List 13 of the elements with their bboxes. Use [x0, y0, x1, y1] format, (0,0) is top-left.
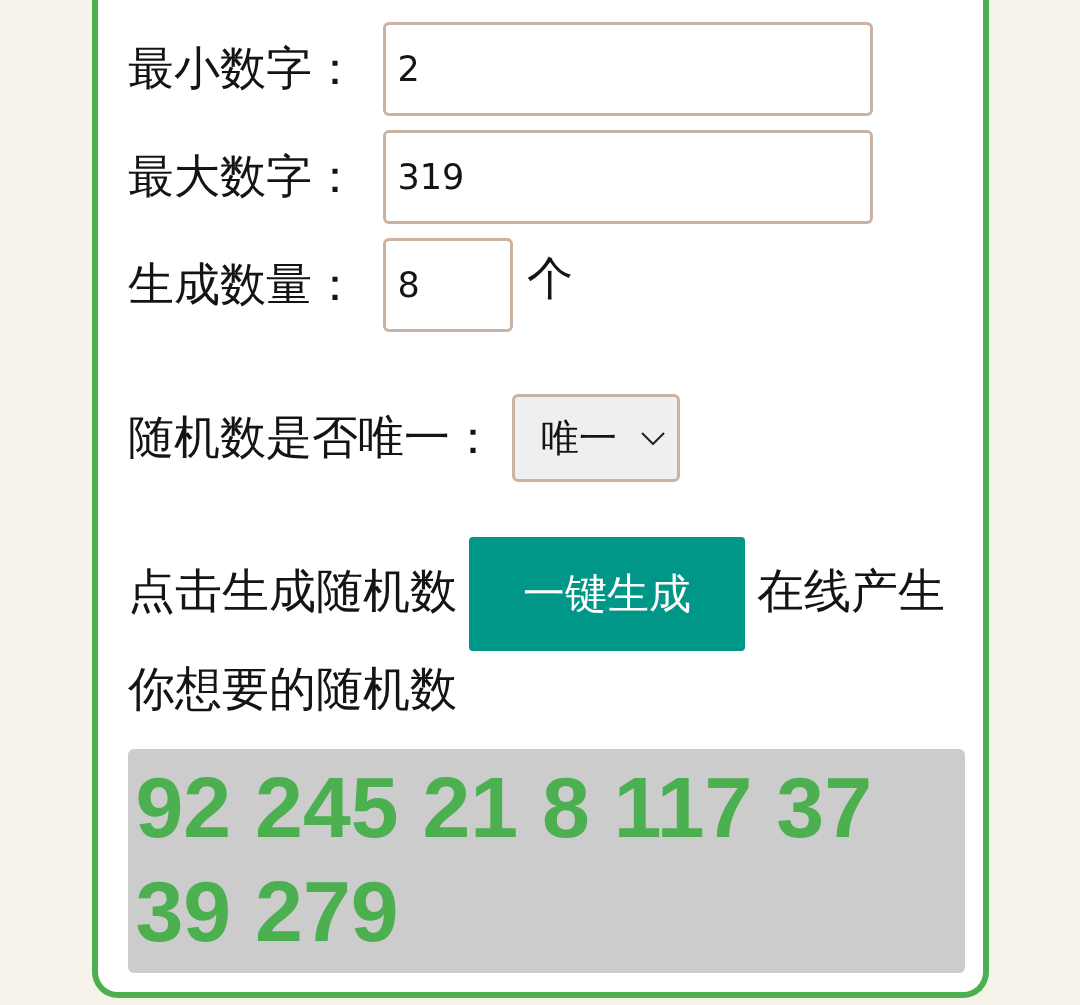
instruction-text: 点击生成随机数 一键生成 在线产生你想要的随机数 — [127, 537, 959, 727]
input-field[interactable]: 8 — [382, 238, 513, 332]
field-label: 最小数字： — [127, 41, 359, 97]
select-label: 随机数是否唯一： — [127, 410, 497, 466]
field-label: 最大数字： — [127, 149, 359, 205]
input-field[interactable]: 2 — [382, 22, 873, 116]
chevron-icon — [640, 431, 665, 445]
input-field[interactable]: 319 — [382, 130, 873, 224]
result-numbers: 92 245 21 8 117 37 39 279 — [127, 749, 965, 973]
generate-button[interactable]: 一键生成 — [468, 537, 745, 651]
unique-select[interactable]: 唯一 — [511, 394, 680, 482]
field-label: 生成数量： — [127, 257, 359, 313]
unit-text: 个 — [526, 251, 573, 307]
